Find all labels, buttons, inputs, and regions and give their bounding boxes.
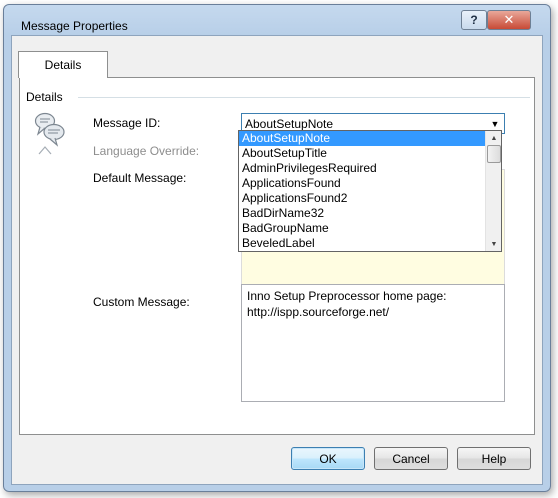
dropdown-item[interactable]: AboutSetupTitle	[239, 146, 485, 161]
language-override-label: Language Override:	[93, 144, 200, 158]
dropdown-items: AboutSetupNote AboutSetupTitle AdminPriv…	[239, 131, 485, 251]
title-help-button[interactable]: ?	[461, 10, 487, 30]
custom-message-line: http://ispp.sourceforge.net/	[247, 305, 390, 319]
dropdown-item[interactable]: BadGroupName	[239, 221, 485, 236]
message-id-label: Message ID:	[93, 116, 161, 130]
dropdown-item[interactable]: BeveledLabel	[239, 236, 485, 251]
details-group-title: Details	[26, 90, 63, 104]
window-title: Message Properties	[21, 19, 128, 33]
custom-message-label: Custom Message:	[93, 295, 190, 309]
scroll-down-icon[interactable]: ▼	[486, 237, 502, 251]
dropdown-item[interactable]: ApplicationsFound	[239, 176, 485, 191]
speech-bubbles-icon	[34, 112, 65, 155]
message-id-dropdown-list[interactable]: AboutSetupNote AboutSetupTitle AdminPriv…	[238, 130, 502, 252]
dropdown-item[interactable]: BadDirName32	[239, 206, 485, 221]
scroll-up-icon[interactable]: ▲	[486, 131, 502, 145]
chevron-down-icon[interactable]: ▼	[488, 116, 502, 131]
ok-button[interactable]: OK	[291, 447, 365, 470]
close-icon: ✕	[503, 12, 515, 27]
message-id-value: AboutSetupNote	[245, 117, 334, 131]
dropdown-item[interactable]: ApplicationsFound2	[239, 191, 485, 206]
title-bar[interactable]: Message Properties ? ✕	[4, 5, 550, 35]
dropdown-scrollbar[interactable]: ▲ ▼	[485, 131, 501, 251]
custom-message-line: Inno Setup Preprocessor home page:	[247, 289, 447, 303]
title-close-button[interactable]: ✕	[487, 10, 531, 30]
scrollbar-thumb[interactable]	[487, 145, 501, 163]
custom-message-field[interactable]: Inno Setup Preprocessor home page: http:…	[241, 284, 505, 402]
tab-details[interactable]: Details	[18, 51, 108, 78]
cancel-button[interactable]: Cancel	[374, 447, 448, 470]
question-icon: ?	[470, 13, 478, 27]
help-button[interactable]: Help	[457, 447, 531, 470]
group-divider	[78, 97, 530, 98]
dialog-client-area: Details Details Message ID: AboutSetupNo…	[11, 35, 543, 485]
default-message-label: Default Message:	[93, 171, 187, 185]
dropdown-item[interactable]: AdminPrivilegesRequired	[239, 161, 485, 176]
dropdown-item[interactable]: AboutSetupNote	[239, 131, 485, 146]
